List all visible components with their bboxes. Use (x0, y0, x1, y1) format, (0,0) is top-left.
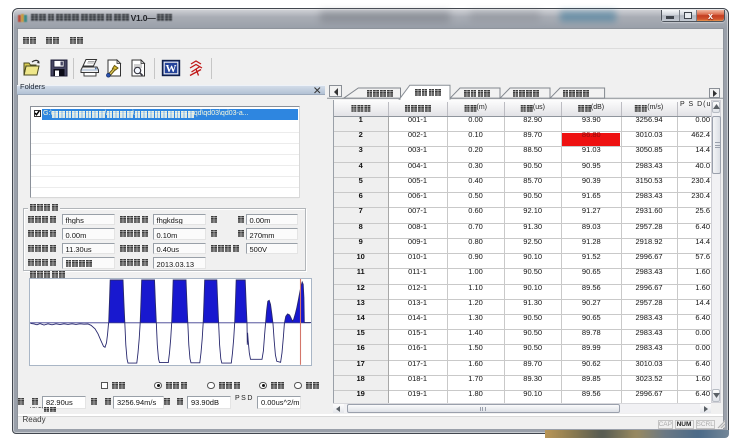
svg-text:W: W (166, 63, 177, 75)
